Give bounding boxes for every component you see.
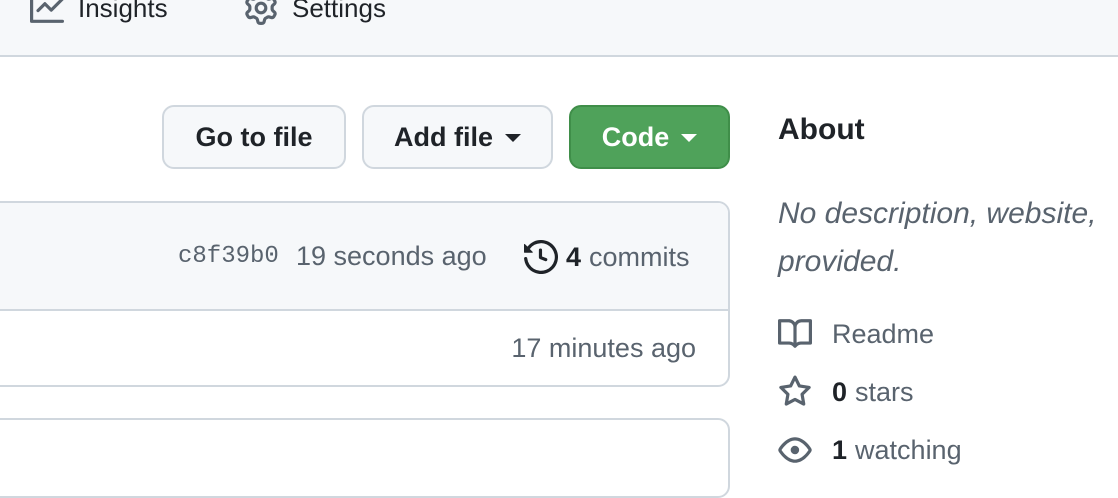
go-to-file-button[interactable]: Go to file: [162, 105, 346, 169]
commits-label: commits: [589, 241, 690, 272]
file-row-time: 17 minutes ago: [511, 333, 696, 363]
tab-insights[interactable]: Insights: [30, 0, 168, 28]
tab-settings-label: Settings: [292, 0, 386, 23]
add-file-button[interactable]: Add file: [362, 105, 553, 169]
commit-sha-link[interactable]: c8f39b0: [178, 243, 279, 270]
gear-icon: [245, 0, 277, 25]
star-icon: [779, 375, 811, 406]
history-icon: [524, 240, 558, 274]
go-to-file-label: Go to file: [195, 121, 313, 152]
repo-nav: Insights Settings: [0, 0, 1118, 57]
watching-count: 1: [832, 434, 848, 465]
readme-box: [0, 418, 730, 498]
add-file-label: Add file: [394, 121, 493, 152]
file-list: c8f39b0 19 seconds ago 4 commits 17 minu…: [0, 201, 730, 387]
eye-icon: [778, 437, 812, 463]
watching-label: watching: [855, 434, 962, 465]
watching-link[interactable]: 1 watching: [778, 430, 962, 470]
commits-history-link[interactable]: 4 commits: [524, 237, 690, 277]
tab-insights-label: Insights: [78, 0, 168, 23]
stars-label: stars: [855, 376, 914, 407]
graph-icon: [30, 0, 64, 23]
chevron-down-icon: [681, 134, 698, 142]
about-description-line1: No description, website,: [778, 197, 1097, 230]
commits-count: 4: [566, 241, 582, 272]
code-label: Code: [601, 121, 670, 152]
about-description: No description, website, provided.: [778, 190, 1118, 286]
tab-settings[interactable]: Settings: [244, 0, 386, 28]
stars-count: 0: [832, 376, 848, 407]
stars-link[interactable]: 0 stars: [778, 372, 914, 412]
readme-label: Readme: [832, 318, 935, 349]
code-button[interactable]: Code: [569, 105, 730, 169]
commit-time: 19 seconds ago: [296, 241, 487, 271]
about-heading: About: [778, 113, 865, 146]
book-icon: [778, 319, 812, 348]
chevron-down-icon: [505, 134, 521, 142]
readme-link[interactable]: Readme: [778, 314, 934, 354]
about-description-line2: provided.: [778, 245, 902, 278]
latest-commit-row: c8f39b0 19 seconds ago 4 commits: [0, 203, 728, 311]
